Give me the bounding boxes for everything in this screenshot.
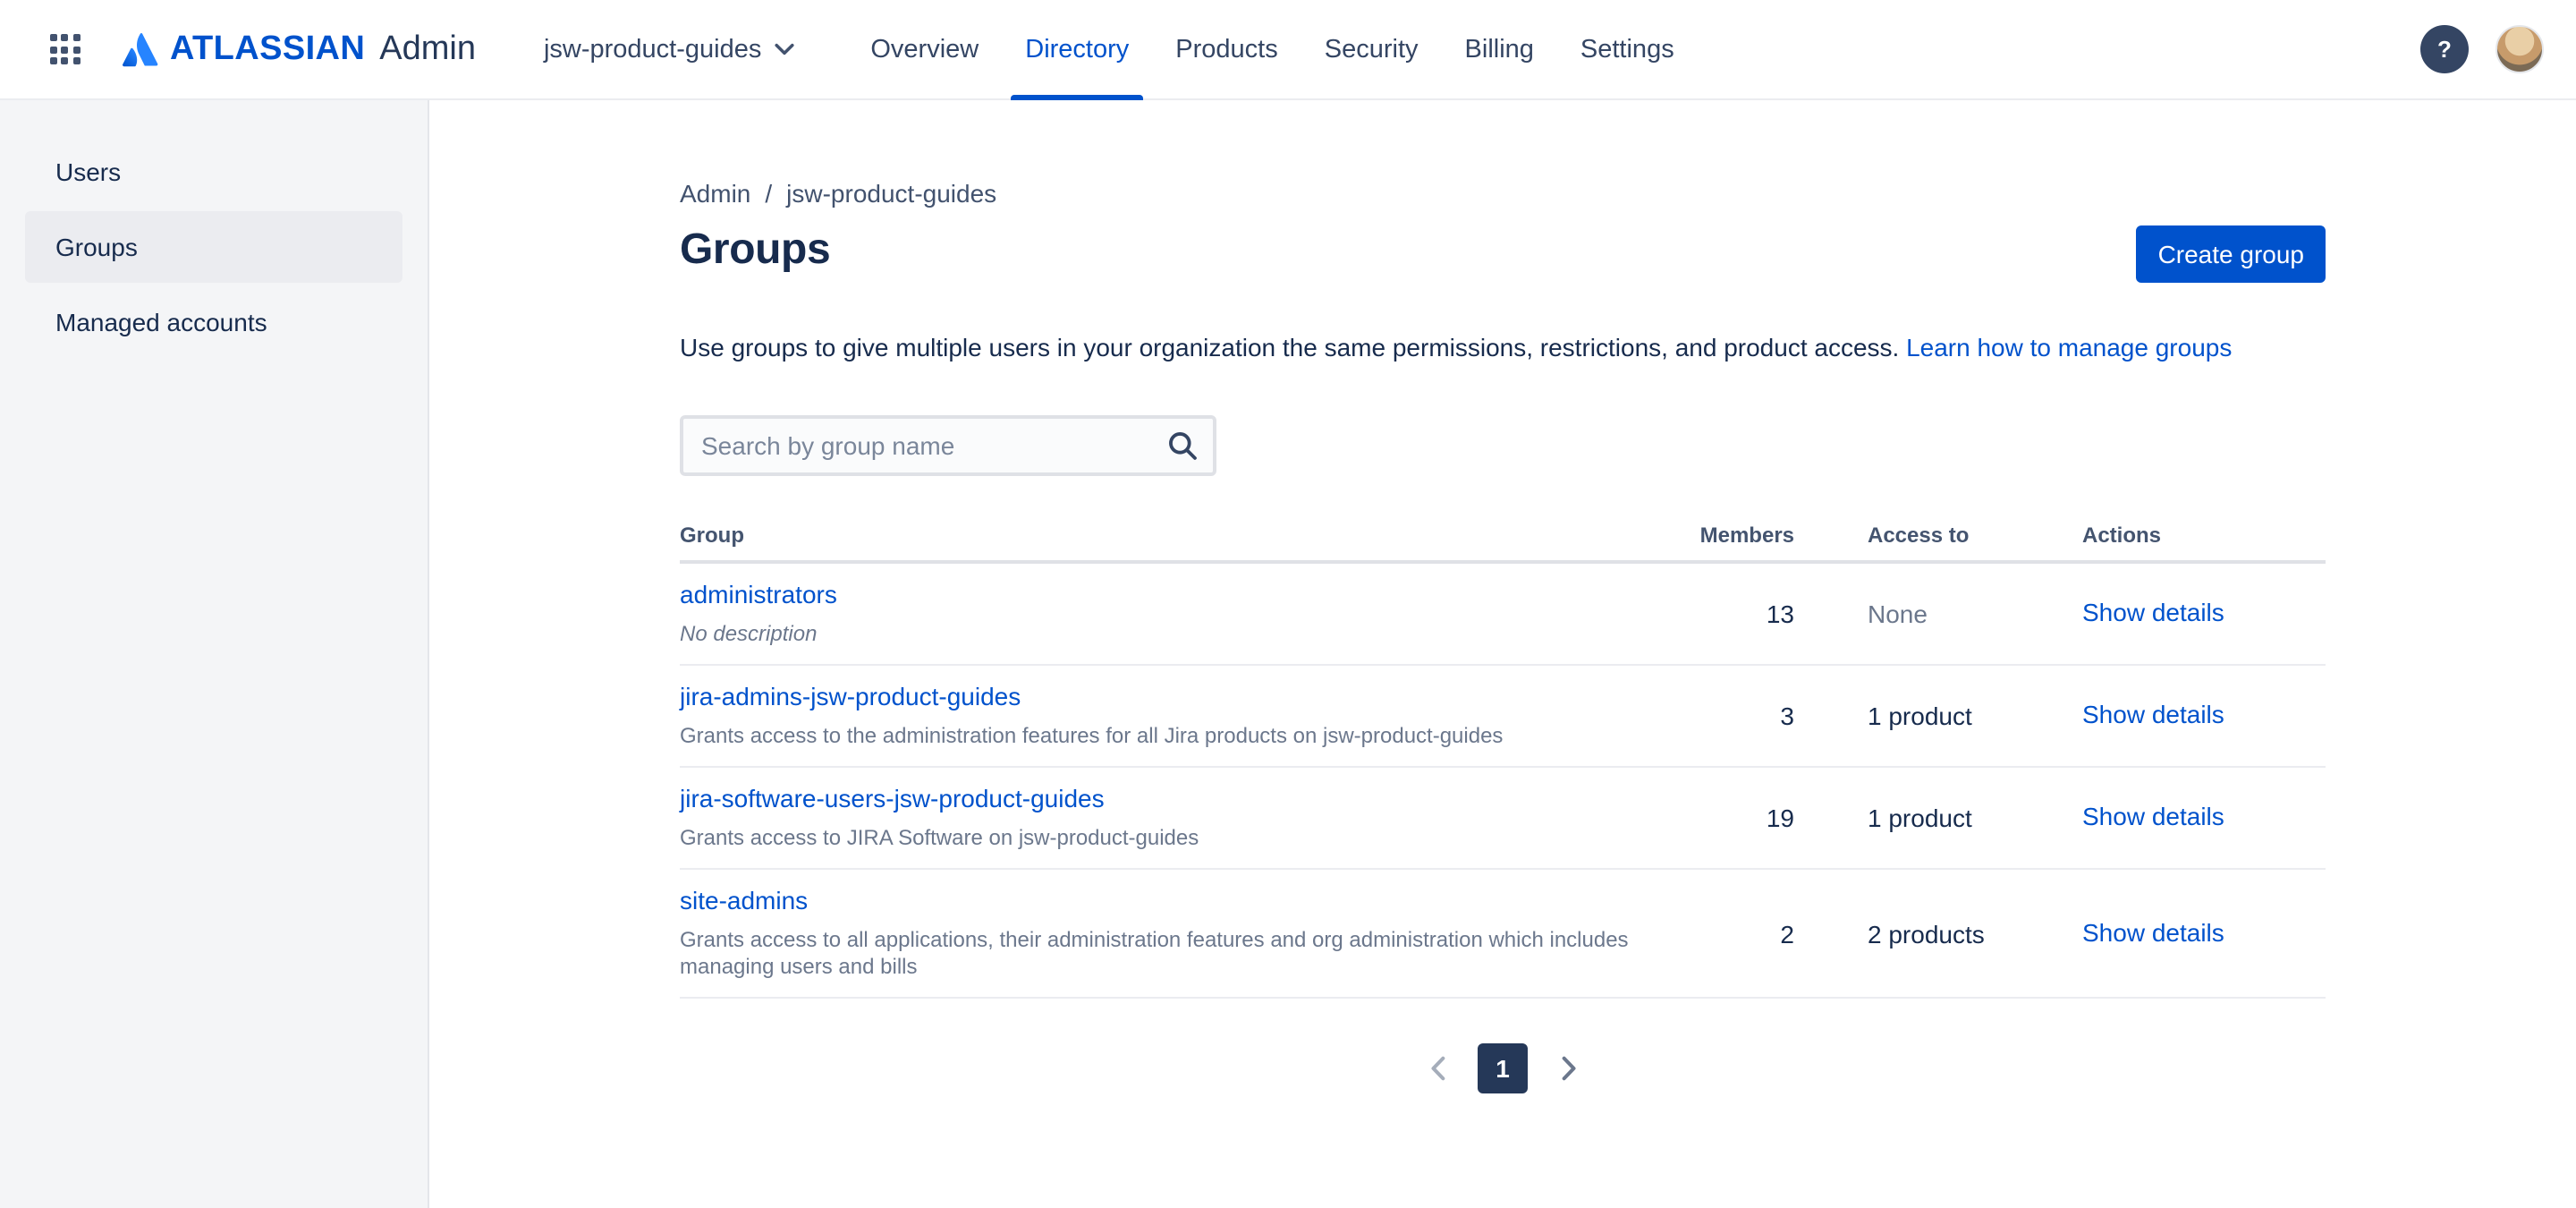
members-count: 2 [1780, 919, 1794, 948]
group-name-link[interactable]: jira-software-users-jsw-product-guides [680, 784, 1105, 812]
app-switcher-grid-icon [49, 34, 80, 64]
actions-cell: Show details [2082, 700, 2326, 732]
sidebar-item-managed-accounts[interactable]: Managed accounts [25, 286, 402, 358]
admin-app-name: Admin [379, 30, 476, 67]
breadcrumb-separator: / [765, 179, 773, 208]
group-name-link[interactable]: jira-admins-jsw-product-guides [680, 682, 1021, 710]
column-header-access: Access to [1868, 523, 1970, 548]
access-to-value: 2 products [1868, 919, 1985, 948]
access-to-value: 1 product [1868, 702, 1972, 730]
actions-cell: Show details [2082, 598, 2326, 630]
members-count: 19 [1766, 804, 1794, 832]
group-cell: site-admins Grants access to all applicat… [680, 886, 1687, 981]
nav-tab-overview[interactable]: Overview [847, 0, 1002, 99]
members-count: 13 [1766, 600, 1794, 628]
help-button[interactable]: ? [2420, 25, 2469, 73]
group-cell: jira-software-users-jsw-product-guides Gr… [680, 784, 1687, 852]
members-count: 3 [1780, 702, 1794, 730]
nav-tab-settings[interactable]: Settings [1557, 0, 1698, 99]
table-row: jira-software-users-jsw-product-guides Gr… [680, 768, 2326, 870]
org-selector-label: jsw-product-guides [543, 35, 762, 64]
group-name-link[interactable]: site-admins [680, 886, 808, 915]
sidebar-nav: Users Groups Managed accounts [0, 136, 428, 358]
group-description: Grants access to the administration feat… [680, 723, 1504, 748]
nav-tab-billing[interactable]: Billing [1442, 0, 1557, 99]
search-input[interactable] [680, 415, 1216, 476]
breadcrumb-admin-link[interactable]: Admin [680, 179, 750, 208]
table-row: administrators No description 13 None Show d… [680, 564, 2326, 666]
user-avatar[interactable] [2496, 25, 2544, 73]
nav-tab-directory[interactable]: Directory [1002, 0, 1152, 99]
access-to-value: None [1868, 600, 1928, 628]
atlassian-wordmark: ATLASSIAN [170, 30, 366, 67]
breadcrumb: Admin / jsw-product-guides [680, 179, 2326, 208]
app-switcher-button[interactable] [36, 21, 93, 78]
atlassian-mark-icon [118, 26, 165, 72]
top-navbar: ATLASSIAN Admin jsw-product-guides Overv… [0, 0, 2576, 100]
pagination: 1 [680, 1042, 2326, 1095]
org-selector-dropdown[interactable]: jsw-product-guides [544, 35, 793, 64]
groups-table: Group Members Access to Actions administ… [680, 523, 2326, 999]
actions-cell: Show details [2082, 802, 2326, 834]
show-details-link[interactable]: Show details [2082, 802, 2224, 830]
group-description: No description [680, 621, 818, 646]
chevron-left-icon [1430, 1056, 1445, 1081]
page-description: Use groups to give multiple users in you… [680, 329, 2326, 365]
show-details-link[interactable]: Show details [2082, 598, 2224, 626]
group-description: Grants access to JIRA Software on jsw-pr… [680, 825, 1199, 850]
actions-cell: Show details [2082, 917, 2326, 949]
access-to-value: 1 product [1868, 804, 1972, 832]
nav-tab-products[interactable]: Products [1152, 0, 1301, 99]
main-content: Admin / jsw-product-guides Groups Create… [429, 100, 2576, 1208]
column-header-members: Members [1699, 523, 1794, 548]
previous-page-button[interactable] [1417, 1042, 1456, 1095]
group-search [680, 415, 1216, 476]
column-header-group: Group [680, 523, 744, 548]
group-description: Grants access to all applications, their… [680, 927, 1629, 979]
sidebar: Users Groups Managed accounts [0, 100, 429, 1208]
show-details-link[interactable]: Show details [2082, 700, 2224, 728]
group-name-link[interactable]: administrators [680, 580, 837, 608]
description-text: Use groups to give multiple users in you… [680, 333, 1900, 362]
chevron-down-icon [774, 43, 793, 55]
chevron-right-icon [1561, 1056, 1575, 1081]
nav-tab-security[interactable]: Security [1301, 0, 1442, 99]
create-group-button[interactable]: Create group [2136, 225, 2326, 283]
table-row: jira-admins-jsw-product-guides Grants acc… [680, 666, 2326, 768]
current-page-button[interactable]: 1 [1478, 1043, 1528, 1093]
atlassian-admin-app: ATLASSIAN Admin jsw-product-guides Overv… [0, 0, 2576, 1208]
group-cell: jira-admins-jsw-product-guides Grants acc… [680, 682, 1687, 750]
groups-table-body: administrators No description 13 None Show d… [680, 564, 2326, 999]
navbar-tabs: Overview Directory Products Security Billing… [847, 0, 1697, 99]
navbar-right: ? [2420, 25, 2544, 73]
atlassian-logo[interactable]: ATLASSIAN Admin [118, 26, 476, 72]
show-details-link[interactable]: Show details [2082, 917, 2224, 946]
help-icon: ? [2437, 36, 2452, 63]
table-header-row: Group Members Access to Actions [680, 523, 2326, 564]
table-row: site-admins Grants access to all applicat… [680, 870, 2326, 999]
group-cell: administrators No description [680, 580, 1687, 648]
next-page-button[interactable] [1549, 1042, 1589, 1095]
sidebar-item-groups[interactable]: Groups [25, 211, 402, 283]
learn-how-to-manage-groups-link[interactable]: Learn how to manage groups [1906, 333, 2232, 362]
page-title: Groups [680, 225, 831, 274]
sidebar-item-users[interactable]: Users [25, 136, 402, 208]
page-body: Users Groups Managed accounts Admin / jsw-… [0, 100, 2576, 1208]
breadcrumb-org-link[interactable]: jsw-product-guides [786, 179, 996, 208]
column-header-actions: Actions [2082, 523, 2162, 548]
